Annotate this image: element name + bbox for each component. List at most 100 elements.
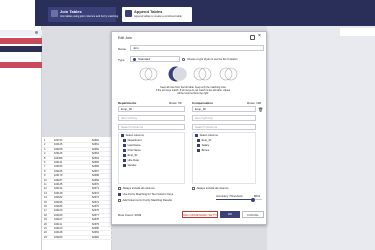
fuzzy-text-toggle[interactable]: Use Fuzzy Matching for Text Column Keys	[118, 193, 173, 198]
ok-button[interactable]: OK	[220, 211, 240, 218]
right-column-item[interactable]: Bonus	[197, 149, 209, 154]
right-select-all-label: Select columns	[199, 134, 218, 138]
check-icon	[123, 154, 126, 157]
append-tables-title: Append Tables	[134, 9, 163, 14]
chevron-down-icon[interactable]	[35, 31, 38, 34]
right-column-item[interactable]: Emp_ID	[197, 139, 211, 144]
data-grid: 1 100744 62360 2 100145 62361 3 100168 62362 4 100…	[42, 137, 112, 250]
append-tables-subtitle: Append tables to create a combined table	[134, 15, 182, 18]
join-option-right	[193, 67, 212, 81]
left-select-all[interactable]: Select columns	[121, 134, 144, 139]
left-column-label: Emp_ID	[127, 154, 138, 158]
name-field[interactable]: Join	[130, 45, 264, 51]
expand-icon[interactable]	[250, 35, 255, 40]
left-column-label: Hire Date	[127, 159, 139, 163]
join-option-outer	[219, 67, 238, 81]
check-icon	[123, 144, 126, 147]
background-header	[340, 28, 375, 36]
name-label: Name	[118, 47, 127, 51]
check-icon	[123, 139, 126, 142]
join-type-selector[interactable]	[138, 65, 244, 83]
type-label: Type	[118, 58, 125, 62]
append-tables-tool[interactable]: Append Tables Append tables to create a …	[122, 7, 192, 22]
table-cell: 100180	[54, 235, 63, 239]
check-icon	[195, 134, 198, 137]
type-radio[interactable]	[182, 58, 185, 61]
left-select-all-label: Select columns	[125, 134, 144, 138]
fuzzy-add-label: Add Columns for Fuzzy Matching Results	[122, 199, 172, 203]
left-column-label: Gender	[127, 164, 137, 168]
right-column-item[interactable]: Salary	[197, 144, 209, 149]
threshold-slider-handle[interactable]	[250, 197, 255, 202]
always-include-right-label: Always include all columns	[196, 187, 229, 191]
check-icon	[123, 159, 126, 162]
checkbox	[192, 187, 195, 190]
check-icon	[197, 144, 200, 147]
check-icon	[118, 193, 121, 196]
check-icon	[197, 139, 200, 142]
right-column-label: Emp_ID	[201, 139, 212, 143]
type-select[interactable]: Standard	[130, 56, 180, 62]
left-search-input[interactable]: Search Columns	[118, 124, 185, 130]
check-icon	[123, 164, 126, 167]
join-tables-title: Join Tables	[60, 9, 82, 14]
left-column-item[interactable]: Hire Date	[123, 159, 139, 164]
always-include-left[interactable]: Always include all columns	[118, 187, 155, 192]
delete-key-icon[interactable]: 🗑	[258, 107, 263, 112]
fuzzy-add-toggle[interactable]: Add Columns for Fuzzy Matching Results	[118, 199, 172, 204]
type-select-value: Standard	[138, 57, 151, 61]
join-option-inner	[139, 67, 158, 81]
right-search-input[interactable]: Search Columns	[192, 124, 256, 130]
fuzzy-text-label: Use Fuzzy Matching for Text Column Keys	[122, 193, 174, 197]
threshold-value: 80%	[254, 194, 261, 198]
append-icon	[125, 10, 132, 17]
join-tables-tool[interactable]: Join Tables Join tables using joint colu…	[48, 7, 119, 22]
left-table-name: Departments	[118, 101, 137, 105]
table-cell: 62382	[92, 235, 99, 239]
left-column-label: Last Name	[127, 144, 141, 148]
table-row[interactable]: 23 100180 62382	[42, 235, 112, 241]
always-include-left-label: Always include all columns	[122, 187, 155, 191]
left-key-select[interactable]: Emp_ID	[118, 106, 185, 112]
join-description-line-3: will be returned from the right.	[177, 92, 209, 95]
join-tables-subtitle: Join tables using joint columns and fuzz…	[60, 15, 119, 18]
table-cell: 23	[44, 235, 47, 239]
left-extra-key[interactable]: Item left key	[118, 115, 185, 121]
right-extra-key[interactable]: Item right key	[192, 115, 256, 121]
left-column-item[interactable]: Emp_ID	[123, 154, 137, 159]
join-description: Keep all rows from the left table. Keep …	[148, 86, 238, 95]
join-icon	[51, 10, 58, 17]
rail-item-active[interactable]	[0, 38, 42, 44]
left-column-item[interactable]: Gender	[123, 164, 137, 169]
close-icon[interactable]: ×	[258, 34, 261, 39]
join-option-left-active	[168, 66, 188, 82]
radio-icon	[133, 57, 136, 61]
edit-join-dialog: Edit Join × Name Join Type Standard Choo…	[111, 31, 267, 225]
toolbar-logo-area	[0, 0, 35, 26]
rail-item-3[interactable]	[0, 46, 42, 52]
dialog-title: Edit Join	[118, 36, 132, 40]
right-select-all[interactable]: Select columns	[195, 134, 218, 139]
right-column-label: Bonus	[201, 149, 210, 153]
right-table-name: Compensation	[192, 101, 213, 105]
checkbox	[118, 199, 121, 202]
left-panel	[0, 26, 42, 250]
left-column-item[interactable]: Department	[123, 139, 142, 144]
left-column-item[interactable]: Last Name	[123, 144, 141, 149]
left-column-item[interactable]: First Name	[123, 149, 141, 154]
check-icon	[123, 149, 126, 152]
right-row-count: Rows: 100	[247, 101, 262, 105]
background-panel	[267, 26, 375, 250]
right-key-select[interactable]: Emp_ID	[192, 106, 256, 112]
rail-item-4[interactable]	[0, 62, 42, 68]
left-column-label: First Name	[127, 149, 141, 153]
cancel-button[interactable]: CANCEL	[242, 211, 264, 218]
threshold-slider-fill	[216, 199, 253, 200]
right-column-list: Select columns Emp_ID Salary Bonus	[192, 132, 256, 184]
checkbox	[118, 187, 121, 190]
always-include-right[interactable]: Always include all columns	[192, 187, 229, 192]
left-column-list: Select columns Department Last Name First …	[118, 132, 185, 184]
check-icon	[197, 149, 200, 152]
right-column-label: Salary	[201, 144, 210, 148]
recommended-settings-button[interactable]: RECOMMENDED SETTI	[182, 211, 218, 218]
